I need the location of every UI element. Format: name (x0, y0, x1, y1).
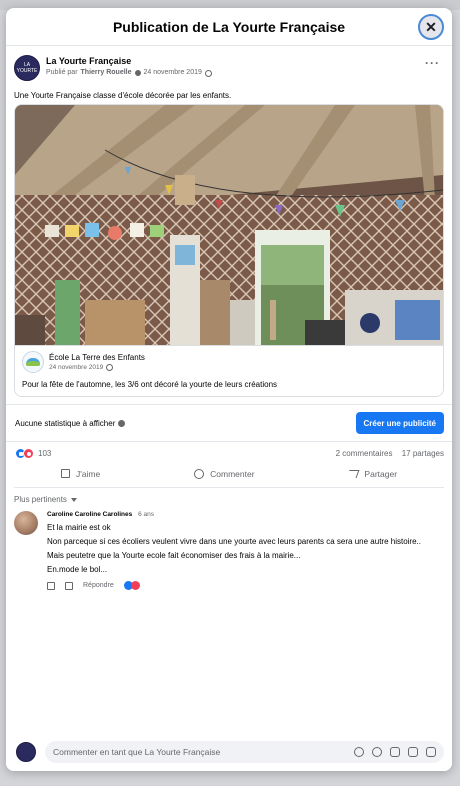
comment-bubble-icon (194, 468, 205, 479)
comment-placeholder: Commenter en tant que La Yourte Français… (53, 747, 221, 757)
comment-dislike-icon[interactable] (65, 581, 73, 590)
comment-line: Non parceque si ces écoliers veulent viv… (47, 537, 421, 546)
reactions-summary[interactable]: 103 (15, 447, 51, 459)
link-description: Pour la fête de l'automne, les 3/6 ont d… (22, 380, 278, 389)
thumbs-up-icon (60, 469, 70, 478)
share-button[interactable]: Partager (346, 468, 398, 479)
reply-button[interactable]: Répondre (83, 582, 114, 589)
post-actions: J'aime Commenter Partager (14, 464, 444, 488)
comment-body: Caroline Caroline Carolines 6 ans Et la … (47, 511, 432, 590)
composer-avatar[interactable] (16, 742, 36, 762)
comment-sort-dropdown[interactable]: Plus pertinents (6, 488, 452, 506)
love-reaction-icon (130, 581, 140, 590)
post-photo[interactable] (15, 105, 443, 345)
shares-count[interactable]: 17 partages (402, 449, 444, 458)
post-text: Une Yourte Française classe d'école déco… (14, 91, 232, 100)
like-label: J'aime (75, 468, 101, 479)
reactions-row: 103 2 commentaires 17 partages (6, 442, 452, 464)
comment-label: Commenter (210, 468, 255, 479)
commenter-avatar[interactable] (14, 511, 38, 535)
more-options-icon[interactable]: ··· (425, 56, 440, 70)
engagement-counts: 2 commentaires 17 partages (329, 449, 444, 458)
post-subtitle: Publié par Thierry Rouelle 24 novembre 2… (46, 68, 212, 78)
close-button[interactable]: ✕ (418, 14, 444, 40)
composer-icons (354, 747, 436, 757)
comment-composer: Commenter en tant que La Yourte Français… (6, 733, 452, 771)
post-header: LA YOURTE La Yourte Française Publié par… (6, 46, 452, 88)
insights-bar: Aucune statistique à afficher Créer une … (6, 404, 452, 442)
comment-author-row: Caroline Caroline Carolines 6 ans (47, 511, 432, 519)
page-name-link[interactable]: La Yourte Française (46, 55, 212, 67)
published-by-prefix: Publié par (46, 69, 78, 76)
comment-author[interactable]: Caroline Caroline Carolines (47, 511, 132, 518)
comment-actions: Répondre (47, 581, 432, 590)
globe-icon (106, 364, 114, 371)
avatar-sticker-icon[interactable] (354, 747, 364, 757)
school-logo-mark (26, 358, 40, 366)
share-arrow-icon (346, 469, 360, 478)
gif-icon[interactable] (408, 747, 418, 757)
comment-button[interactable]: Commenter (194, 468, 255, 479)
close-icon: ✕ (425, 18, 437, 35)
comment-line: Mais peutetre que la Yourte ecole fait é… (47, 551, 301, 560)
post-meta: La Yourte Française Publié par Thierry R… (46, 55, 212, 78)
reaction-count[interactable]: 103 (38, 449, 51, 458)
create-ad-button[interactable]: Créer une publicité (355, 412, 444, 434)
no-stats-text: Aucune statistique à afficher (15, 418, 126, 428)
link-source-name[interactable]: École La Terre des Enfants (49, 352, 145, 363)
like-button[interactable]: J'aime (60, 468, 101, 479)
comments-count[interactable]: 2 commentaires (336, 449, 393, 458)
link-date[interactable]: 24 novembre 2019 (49, 363, 103, 372)
post-date[interactable]: 24 novembre 2019 (144, 68, 202, 78)
comment-reactions[interactable] (123, 581, 140, 590)
chevron-down-icon (70, 497, 77, 502)
link-source-row: École La Terre des Enfants 24 novembre 2… (22, 351, 436, 373)
comment-input[interactable]: Commenter en tant que La Yourte Français… (45, 741, 444, 763)
no-stats-label: Aucune statistique à afficher (15, 418, 116, 428)
link-info: École La Terre des Enfants 24 novembre 2… (15, 345, 443, 396)
comment-time[interactable]: 6 ans (138, 511, 154, 518)
share-label: Partager (364, 468, 398, 479)
comment-item: Caroline Caroline Carolines 6 ans Et la … (6, 506, 452, 590)
link-date-row: 24 novembre 2019 (49, 363, 145, 372)
emoji-icon[interactable] (372, 747, 382, 757)
modal-header: Publication de La Yourte Française ✕ (6, 8, 452, 46)
avatar-logo-text: LA YOURTE (16, 62, 38, 74)
modal-title: Publication de La Yourte Française (112, 18, 346, 35)
globe-icon (204, 69, 212, 77)
publisher-info-icon (134, 70, 141, 76)
sticker-icon[interactable] (426, 747, 436, 757)
comment-line: En.mode le bol... (47, 565, 108, 574)
link-preview-card[interactable]: École La Terre des Enfants 24 novembre 2… (14, 104, 444, 397)
comment-like-icon[interactable] (47, 581, 55, 590)
publisher-name[interactable]: Thierry Rouelle (81, 68, 132, 78)
camera-icon[interactable] (390, 747, 400, 757)
link-meta: École La Terre des Enfants 24 novembre 2… (49, 352, 145, 372)
love-reaction-icon (23, 447, 34, 459)
page-avatar[interactable]: LA YOURTE (14, 55, 40, 81)
post-modal: Publication de La Yourte Française ✕ LA … (6, 8, 452, 771)
sort-label: Plus pertinents (14, 495, 67, 504)
info-icon[interactable] (118, 419, 126, 427)
comment-line: Et la mairie est ok (47, 523, 111, 532)
school-logo[interactable] (22, 351, 44, 373)
